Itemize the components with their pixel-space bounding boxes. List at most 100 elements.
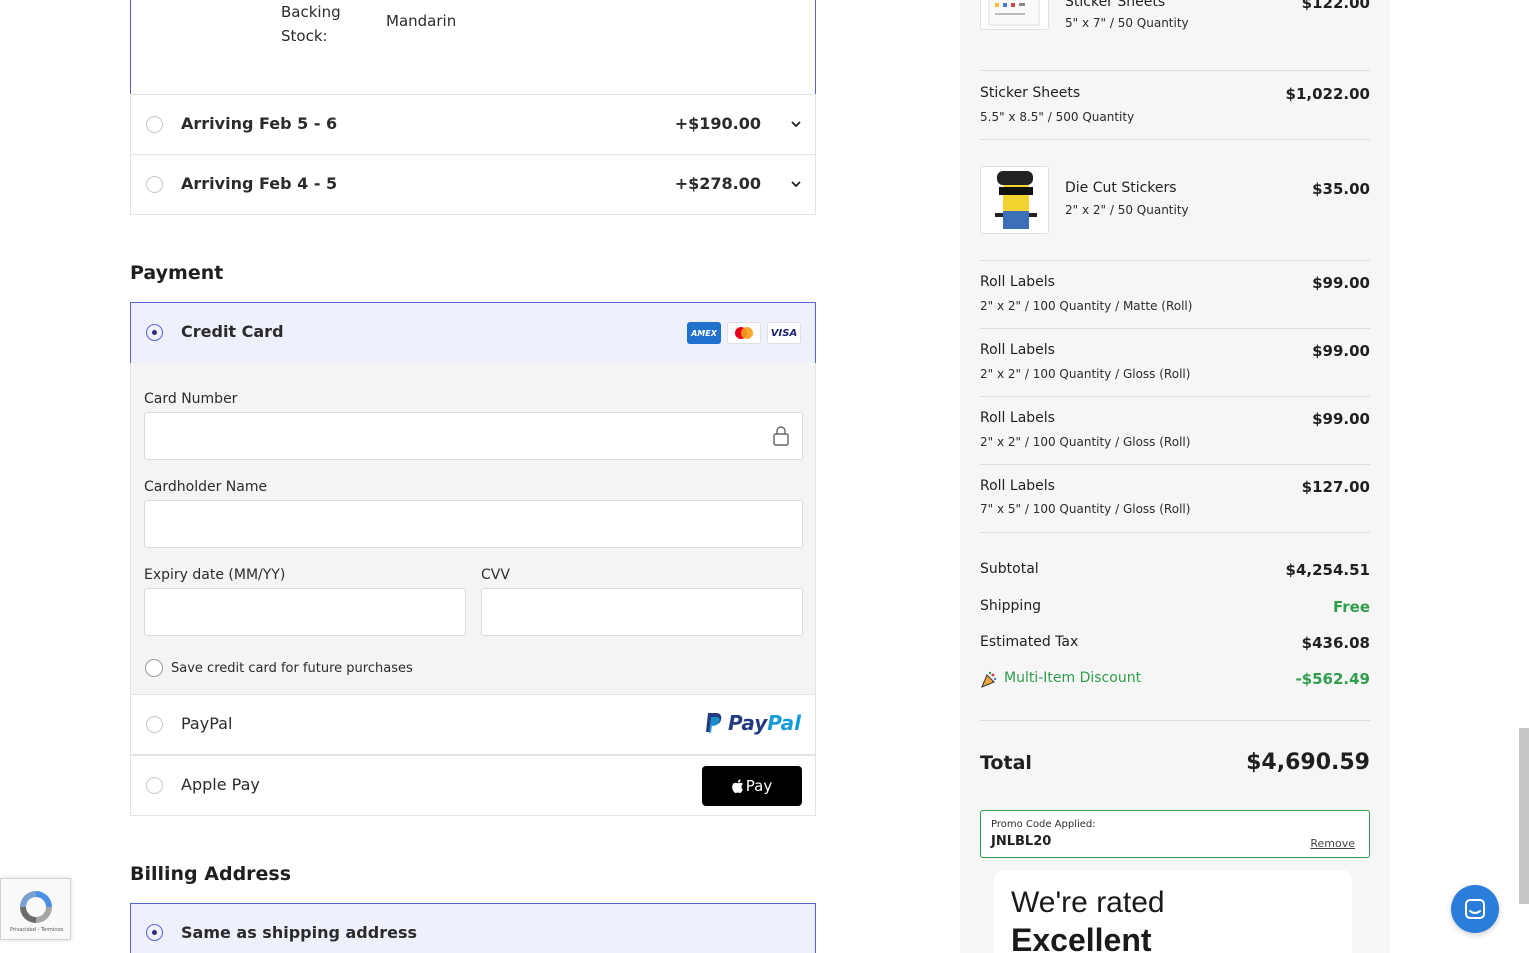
item-name: Roll Labels [980, 478, 1055, 494]
visa-icon: VISA [767, 322, 801, 344]
credit-card-radio[interactable] [146, 324, 163, 341]
apple-pay-button-label: Pay [745, 777, 773, 795]
party-popper-icon [981, 671, 997, 688]
item-price: $1,022.00 [1285, 85, 1370, 103]
item-price: $35.00 [1312, 180, 1370, 198]
item-details: 2" x 2" / 100 Quantity / Gloss (Roll) [980, 367, 1191, 381]
tax-label: Estimated Tax [980, 634, 1079, 650]
expiry-date-label: Expiry date (MM/YY) [144, 567, 286, 583]
order-item: Sticker Sheets 5.5" x 8.5" / 500 Quantit… [980, 71, 1370, 140]
item-name: Sticker Sheets [980, 85, 1081, 101]
tax-row: Estimated Tax $436.08 [980, 634, 1370, 652]
subtotal-row: Subtotal $4,254.51 [980, 561, 1370, 579]
promo-code-box: Promo Code Applied: JNLBL20 Remove [980, 810, 1370, 858]
order-item: Roll Labels 2" x 2" / 100 Quantity / Glo… [980, 397, 1370, 465]
shipping-radio[interactable] [146, 116, 163, 133]
payment-option-apple-pay[interactable]: Apple Pay Pay [130, 755, 816, 816]
chevron-down-icon[interactable] [791, 179, 801, 189]
card-brand-icons: AMEX VISA [687, 322, 801, 344]
cardholder-name-label: Cardholder Name [144, 479, 268, 495]
cvv-input[interactable] [481, 588, 803, 636]
subtotal-value: $4,254.51 [1285, 561, 1370, 579]
credit-card-label: Credit Card [181, 322, 284, 341]
total-divider [980, 720, 1370, 721]
lock-icon [773, 426, 789, 446]
order-item: Die Cut Stickers 2" x 2" / 50 Quantity $… [980, 140, 1370, 261]
item-price: $99.00 [1312, 410, 1370, 428]
paypal-logo: Pay Pal [704, 711, 801, 735]
order-summary: Sticker Sheets 5" x 7" / 50 Quantity $12… [960, 0, 1390, 953]
same-as-shipping-label: Same as shipping address [181, 923, 417, 942]
mastercard-icon [727, 322, 761, 344]
item-name: Sticker Sheets [1065, 0, 1166, 10]
save-card-label: Save credit card for future purchases [171, 660, 413, 676]
apple-icon [731, 779, 743, 793]
selected-shipping-option[interactable]: Backing Stock: Mandarin [130, 0, 816, 95]
shipping-option-feb-4-5[interactable]: Arriving Feb 4 - 5 +$278.00 [130, 154, 816, 215]
item-thumbnail [980, 0, 1049, 30]
apple-pay-label: Apple Pay [181, 775, 260, 794]
save-card-option[interactable]: Save credit card for future purchases [145, 659, 413, 677]
shipping-option-price: +$278.00 [674, 174, 761, 193]
backing-stock-value: Mandarin [386, 12, 457, 30]
backing-stock-label: Backing Stock: [281, 3, 341, 45]
credit-card-form: Card Number Cardholder Name Expiry date … [130, 363, 816, 695]
item-price: $99.00 [1312, 342, 1370, 360]
total-value: $4,690.59 [1246, 750, 1370, 775]
amex-icon: AMEX [687, 322, 721, 344]
item-details: 2" x 2" / 100 Quantity / Matte (Roll) [980, 299, 1193, 313]
item-price: $99.00 [1312, 274, 1370, 292]
item-price: $122.00 [1301, 0, 1370, 12]
item-name: Die Cut Stickers [1065, 180, 1177, 196]
billing-option-same-as-shipping[interactable]: Same as shipping address [130, 903, 816, 953]
payment-title: Payment [130, 262, 224, 284]
cvv-label: CVV [481, 567, 510, 583]
save-card-checkbox[interactable] [145, 659, 163, 677]
payment-option-paypal[interactable]: PayPal Pay Pal [130, 694, 816, 755]
page-scrollbar-thumb[interactable] [1519, 728, 1529, 904]
item-name: Roll Labels [980, 410, 1055, 426]
total-label: Total [980, 752, 1032, 774]
recaptcha-badge[interactable]: Privacidad - Términos [0, 878, 71, 940]
item-details: 7" x 5" / 100 Quantity / Gloss (Roll) [980, 502, 1191, 516]
rating-word: Excellent [1011, 922, 1152, 953]
chevron-down-icon[interactable] [791, 119, 801, 129]
rating-heading: We're rated [1011, 886, 1165, 919]
apple-pay-radio[interactable] [146, 777, 163, 794]
order-item: Sticker Sheets 5" x 7" / 50 Quantity $12… [980, 0, 1370, 71]
item-details: 5" x 7" / 50 Quantity [1065, 16, 1189, 30]
expiry-date-input[interactable] [144, 588, 466, 636]
item-details: 2" x 2" / 100 Quantity / Gloss (Roll) [980, 435, 1191, 449]
discount-label: Multi-Item Discount [1004, 670, 1142, 686]
item-price: $127.00 [1301, 478, 1370, 496]
payment-option-credit-card[interactable]: Credit Card AMEX VISA [130, 302, 816, 364]
tax-value: $436.08 [1301, 634, 1370, 652]
shipping-label: Shipping [980, 598, 1042, 614]
paypal-wordmark-pal: Pal [767, 711, 801, 735]
order-item: Roll Labels 2" x 2" / 100 Quantity / Mat… [980, 261, 1370, 329]
shipping-value: Free [1332, 598, 1370, 616]
shipping-row: Shipping Free [980, 598, 1370, 616]
chat-icon [1465, 899, 1485, 919]
paypal-label: PayPal [181, 714, 233, 733]
rating-widget[interactable]: We're rated Excellent [994, 870, 1352, 953]
order-item: Roll Labels 7" x 5" / 100 Quantity / Glo… [980, 465, 1370, 533]
card-number-input[interactable] [144, 412, 803, 460]
paypal-radio[interactable] [146, 716, 163, 733]
promo-remove-link[interactable]: Remove [1310, 837, 1355, 850]
apple-pay-button[interactable]: Pay [702, 766, 802, 806]
item-name: Roll Labels [980, 274, 1055, 290]
shipping-option-label: Arriving Feb 5 - 6 [181, 114, 338, 133]
subtotal-label: Subtotal [980, 561, 1039, 577]
shipping-option-feb-5-6[interactable]: Arriving Feb 5 - 6 +$190.00 [130, 94, 816, 155]
item-name: Roll Labels [980, 342, 1055, 358]
recaptcha-links[interactable]: Privacidad - Términos [10, 927, 63, 933]
cardholder-name-input[interactable] [144, 500, 803, 548]
chat-launcher-button[interactable] [1451, 885, 1499, 933]
promo-code-value: JNLBL20 [991, 834, 1052, 849]
same-as-shipping-radio[interactable] [146, 924, 163, 941]
paypal-icon [705, 713, 722, 733]
shipping-radio[interactable] [146, 176, 163, 193]
shipping-option-price: +$190.00 [674, 114, 761, 133]
recaptcha-icon [20, 891, 52, 923]
